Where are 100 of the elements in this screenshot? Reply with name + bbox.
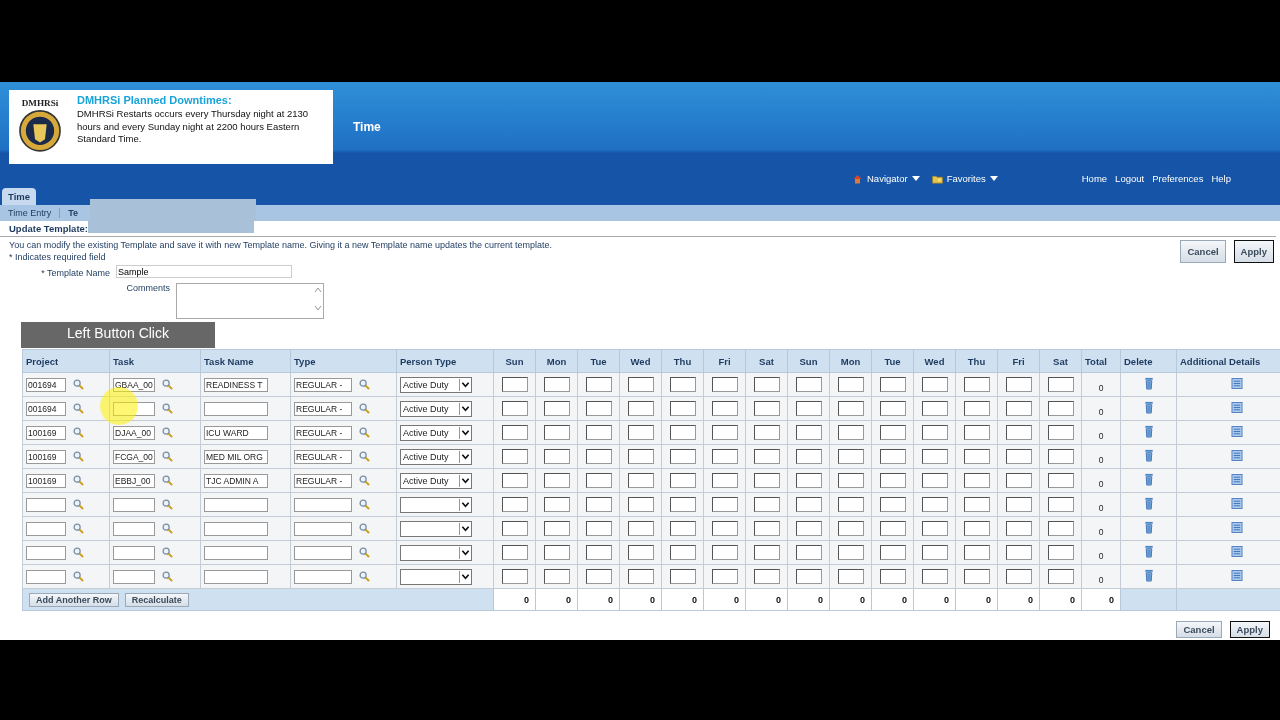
search-icon[interactable]	[162, 427, 173, 438]
hours-field[interactable]	[585, 401, 612, 416]
search-icon[interactable]	[73, 451, 84, 462]
delete-icon[interactable]	[1143, 497, 1154, 510]
person-type-dropdown[interactable]: Active Duty	[400, 424, 472, 441]
hours-field[interactable]	[501, 497, 528, 512]
hours-field[interactable]	[963, 377, 990, 392]
task-field[interactable]	[113, 521, 155, 536]
project-field[interactable]: 100169	[26, 425, 66, 440]
menu-link[interactable]: Navigator	[852, 173, 920, 184]
delete-icon[interactable]	[1143, 425, 1154, 438]
hours-field[interactable]	[795, 545, 822, 560]
hours-field[interactable]	[669, 401, 696, 416]
search-icon[interactable]	[73, 427, 84, 438]
hours-field[interactable]	[879, 473, 906, 488]
hours-field[interactable]	[879, 497, 906, 512]
hours-field[interactable]	[1047, 401, 1074, 416]
hours-field[interactable]	[501, 473, 528, 488]
tab[interactable]: Time	[2, 188, 36, 205]
hours-field[interactable]	[627, 449, 654, 464]
hours-field[interactable]	[963, 521, 990, 536]
hours-field[interactable]	[753, 377, 780, 392]
hours-field[interactable]	[1047, 497, 1074, 512]
action-button[interactable]: Add Another Row	[29, 592, 119, 607]
action-button[interactable]: Apply	[1229, 621, 1270, 638]
hours-field[interactable]	[1047, 449, 1074, 464]
type-field[interactable]: REGULAR -	[294, 473, 352, 488]
task-field[interactable]	[113, 569, 155, 584]
hours-field[interactable]	[837, 497, 864, 512]
project-field[interactable]: 001694	[26, 377, 66, 392]
project-field[interactable]	[26, 545, 66, 560]
action-button[interactable]: Cancel	[1180, 240, 1226, 263]
person-type-dropdown[interactable]	[400, 544, 472, 561]
hours-field[interactable]	[753, 425, 780, 440]
task-name-field[interactable]: TJC ADMIN A	[204, 473, 268, 488]
type-field[interactable]: REGULAR -	[294, 401, 352, 416]
search-icon[interactable]	[359, 451, 370, 462]
hours-field[interactable]	[837, 569, 864, 584]
hours-field[interactable]	[795, 521, 822, 536]
hours-field[interactable]	[963, 473, 990, 488]
hours-field[interactable]	[669, 497, 696, 512]
action-button[interactable]: Apply	[1233, 240, 1274, 263]
search-icon[interactable]	[162, 499, 173, 510]
hours-field[interactable]	[837, 521, 864, 536]
hours-field[interactable]	[837, 473, 864, 488]
hours-field[interactable]	[753, 401, 780, 416]
person-type-dropdown[interactable]	[400, 520, 472, 537]
details-icon[interactable]	[1231, 378, 1243, 389]
search-icon[interactable]	[162, 451, 173, 462]
hours-field[interactable]	[963, 497, 990, 512]
hours-field[interactable]	[753, 449, 780, 464]
hours-field[interactable]	[1047, 521, 1074, 536]
delete-icon[interactable]	[1143, 377, 1154, 390]
hours-field[interactable]	[1005, 545, 1032, 560]
hours-field[interactable]	[795, 449, 822, 464]
hours-field[interactable]	[963, 449, 990, 464]
task-name-field[interactable]	[204, 497, 268, 512]
hours-field[interactable]	[879, 425, 906, 440]
hours-field[interactable]	[921, 545, 948, 560]
person-type-dropdown[interactable]	[400, 496, 472, 513]
details-icon[interactable]	[1231, 450, 1243, 461]
task-name-field[interactable]	[204, 401, 268, 416]
hours-field[interactable]	[963, 401, 990, 416]
hours-field[interactable]	[543, 425, 570, 440]
delete-icon[interactable]	[1143, 449, 1154, 462]
task-name-field[interactable]	[204, 545, 268, 560]
task-field[interactable]: FCGA_00	[113, 449, 155, 464]
details-icon[interactable]	[1231, 426, 1243, 437]
delete-icon[interactable]	[1143, 521, 1154, 534]
hours-field[interactable]	[585, 569, 612, 584]
search-icon[interactable]	[359, 379, 370, 390]
type-field[interactable]	[294, 497, 352, 512]
hours-field[interactable]	[585, 545, 612, 560]
header-link[interactable]: Help	[1211, 173, 1231, 184]
hours-field[interactable]	[1005, 401, 1032, 416]
task-field[interactable]	[113, 401, 155, 416]
search-icon[interactable]	[162, 403, 173, 414]
project-field[interactable]: 100169	[26, 449, 66, 464]
delete-icon[interactable]	[1143, 473, 1154, 486]
task-name-field[interactable]: MED MIL ORG	[204, 449, 268, 464]
hours-field[interactable]	[921, 377, 948, 392]
person-type-dropdown[interactable]: Active Duty	[400, 472, 472, 489]
subtab[interactable]: Time Entry	[8, 208, 52, 218]
hours-field[interactable]	[585, 473, 612, 488]
hours-field[interactable]	[669, 521, 696, 536]
hours-field[interactable]	[585, 521, 612, 536]
hours-field[interactable]	[543, 521, 570, 536]
hours-field[interactable]	[753, 497, 780, 512]
hours-field[interactable]	[921, 521, 948, 536]
hours-field[interactable]	[711, 497, 738, 512]
template-name-field[interactable]: Sample	[116, 265, 292, 278]
hours-field[interactable]	[543, 473, 570, 488]
hours-field[interactable]	[627, 377, 654, 392]
hours-field[interactable]	[627, 473, 654, 488]
hours-field[interactable]	[585, 377, 612, 392]
search-icon[interactable]	[359, 403, 370, 414]
search-icon[interactable]	[162, 571, 173, 582]
hours-field[interactable]	[753, 521, 780, 536]
hours-field[interactable]	[921, 401, 948, 416]
hours-field[interactable]	[753, 545, 780, 560]
